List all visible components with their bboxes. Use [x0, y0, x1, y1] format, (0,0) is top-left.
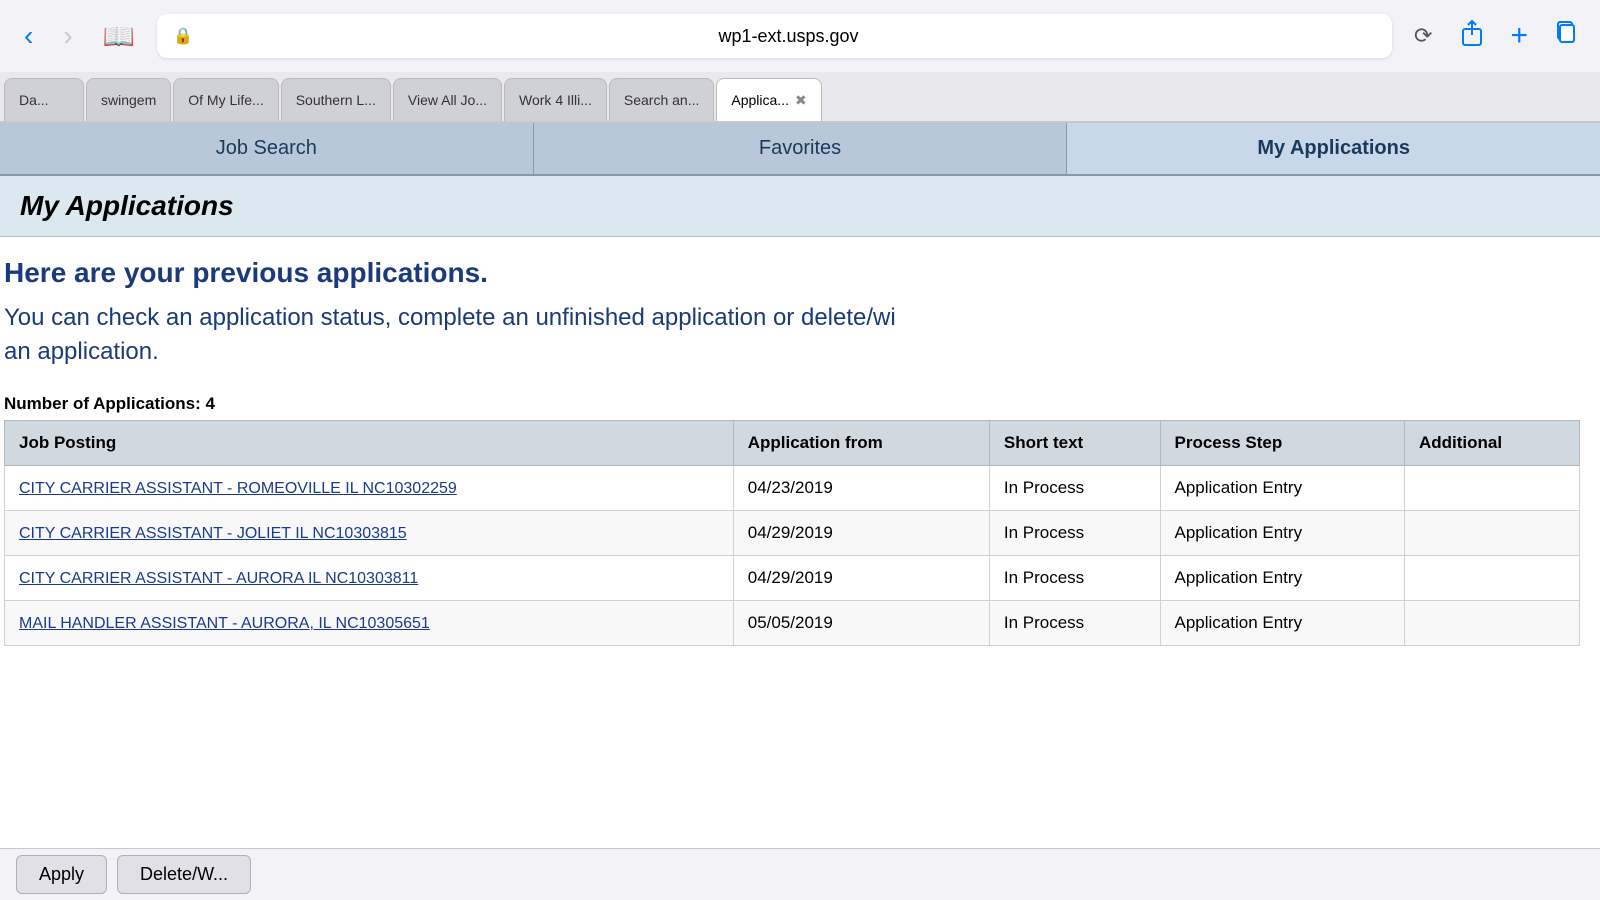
process-step-cell: Application Entry: [1160, 556, 1404, 601]
toolbar-actions: +: [1454, 15, 1584, 58]
apply-button[interactable]: Apply: [16, 855, 107, 894]
applications-table: Job Posting Application from Short text …: [4, 420, 1580, 646]
tab-southern[interactable]: Southern L...: [281, 78, 391, 121]
col-header-process-step: Process Step: [1160, 421, 1404, 466]
app-from-cell: 04/29/2019: [733, 556, 989, 601]
tab-work4[interactable]: Work 4 Illi...: [504, 78, 607, 121]
tab-applica[interactable]: Applica... ✖: [716, 78, 821, 121]
short-text-cell: In Process: [989, 556, 1160, 601]
sub-nav-favorites[interactable]: Favorites: [534, 123, 1068, 174]
job-link[interactable]: CITY CARRIER ASSISTANT - JOLIET IL NC103…: [19, 525, 407, 542]
app-count: Number of Applications: 4: [4, 388, 1580, 420]
sub-nav-my-applications[interactable]: My Applications: [1067, 123, 1600, 174]
browser-chrome: ‹ › 📖 🔒 wp1-ext.usps.gov ⟳ +: [0, 0, 1600, 123]
process-step-cell: Application Entry: [1160, 511, 1404, 556]
intro-normal: You can check an application status, com…: [4, 301, 1580, 368]
page-content: Job Search Favorites My Applications My …: [0, 123, 1600, 849]
job-link[interactable]: CITY CARRIER ASSISTANT - ROMEOVILLE IL N…: [19, 480, 457, 497]
bottom-bar: Apply Delete/W...: [0, 848, 1600, 900]
table-row: CITY CARRIER ASSISTANT - ROMEOVILLE IL N…: [5, 466, 1580, 511]
bookmarks-button[interactable]: 📖: [95, 17, 143, 56]
share-button[interactable]: [1454, 15, 1490, 58]
additional-cell: [1404, 601, 1579, 646]
table-row: CITY CARRIER ASSISTANT - AURORA IL NC103…: [5, 556, 1580, 601]
process-step-cell: Application Entry: [1160, 466, 1404, 511]
short-text-cell: In Process: [989, 466, 1160, 511]
address-bar[interactable]: 🔒 wp1-ext.usps.gov: [157, 14, 1392, 58]
app-from-cell: 05/05/2019: [733, 601, 989, 646]
tab-viewall[interactable]: View All Jo...: [393, 78, 502, 121]
app-from-cell: 04/29/2019: [733, 511, 989, 556]
col-header-job-posting: Job Posting: [5, 421, 734, 466]
short-text-cell: In Process: [989, 511, 1160, 556]
back-button[interactable]: ‹: [16, 18, 41, 54]
job-link[interactable]: MAIL HANDLER ASSISTANT - AURORA, IL NC10…: [19, 615, 430, 632]
tabs-bar: Da... swingem Of My Life... Southern L..…: [0, 72, 1600, 122]
lock-icon: 🔒: [173, 26, 193, 46]
main-area: Here are your previous applications. You…: [0, 237, 1600, 666]
page-header: My Applications: [0, 176, 1600, 237]
sub-nav: Job Search Favorites My Applications: [0, 123, 1600, 176]
short-text-cell: In Process: [989, 601, 1160, 646]
tab-da[interactable]: Da...: [4, 78, 84, 121]
tab-close-icon[interactable]: ✖: [795, 92, 807, 109]
sub-nav-job-search[interactable]: Job Search: [0, 123, 534, 174]
browser-toolbar: ‹ › 📖 🔒 wp1-ext.usps.gov ⟳ +: [0, 0, 1600, 72]
url-text: wp1-ext.usps.gov: [201, 26, 1376, 47]
tab-searchan[interactable]: Search an...: [609, 78, 715, 121]
col-header-app-from: Application from: [733, 421, 989, 466]
col-header-additional: Additional: [1404, 421, 1579, 466]
tab-ofmylife[interactable]: Of My Life...: [173, 78, 278, 121]
table-header-row: Job Posting Application from Short text …: [5, 421, 1580, 466]
app-from-cell: 04/23/2019: [733, 466, 989, 511]
intro-bold: Here are your previous applications.: [4, 257, 1580, 289]
delete-button[interactable]: Delete/W...: [117, 855, 251, 894]
tabs-button[interactable]: [1548, 17, 1584, 56]
page-title: My Applications: [20, 190, 1580, 222]
col-header-short-text: Short text: [989, 421, 1160, 466]
table-row: MAIL HANDLER ASSISTANT - AURORA, IL NC10…: [5, 601, 1580, 646]
new-tab-button[interactable]: +: [1504, 15, 1534, 57]
job-link[interactable]: CITY CARRIER ASSISTANT - AURORA IL NC103…: [19, 570, 418, 587]
additional-cell: [1404, 466, 1579, 511]
forward-button[interactable]: ›: [55, 18, 80, 54]
additional-cell: [1404, 556, 1579, 601]
tab-swingem[interactable]: swingem: [86, 78, 171, 121]
additional-cell: [1404, 511, 1579, 556]
process-step-cell: Application Entry: [1160, 601, 1404, 646]
table-row: CITY CARRIER ASSISTANT - JOLIET IL NC103…: [5, 511, 1580, 556]
reload-button[interactable]: ⟳: [1406, 19, 1440, 53]
